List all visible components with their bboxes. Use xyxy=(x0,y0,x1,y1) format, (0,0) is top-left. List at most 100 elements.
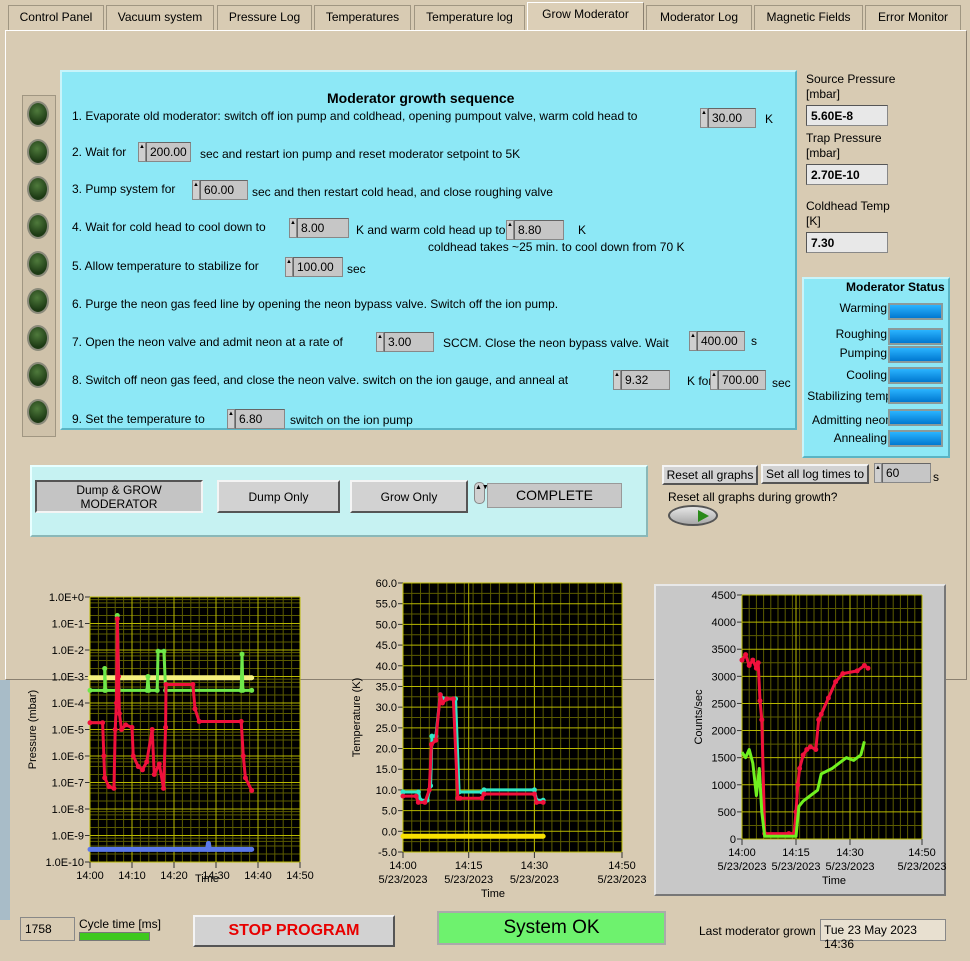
tab-error-monitor[interactable]: Error Monitor xyxy=(865,5,961,30)
spinner-icon[interactable]: ▲▼ xyxy=(285,257,298,277)
data-point-red xyxy=(156,761,162,767)
y-axis-label: Temperature (K) xyxy=(351,678,363,757)
data-point-red xyxy=(807,744,813,750)
spinner-icon[interactable]: ▲▼ xyxy=(227,409,240,429)
step-6-text: 6. Purge the neon gas feed line by openi… xyxy=(72,297,559,311)
status-label-cooling: Cooling xyxy=(846,368,887,382)
log-time-unit: s xyxy=(933,470,939,484)
reset-during-growth-toggle[interactable] xyxy=(668,505,718,526)
data-point-red xyxy=(106,784,112,790)
spinner-icon[interactable]: ▲▼ xyxy=(874,463,887,483)
data-point-red xyxy=(854,668,860,674)
wait-time-input[interactable]: ▲▼ 200.00 xyxy=(138,142,191,162)
y-tick-label: 1500 xyxy=(712,753,736,765)
y-tick-label: -5.0 xyxy=(378,847,397,859)
status-indicator-roughing xyxy=(888,328,943,345)
y-tick-label: 1.0E-8 xyxy=(52,804,84,816)
spinner-icon[interactable]: ▲▼ xyxy=(289,218,302,238)
reset-all-graphs-button[interactable]: Reset all graphs xyxy=(662,465,758,485)
y-tick-label: 1.0E-5 xyxy=(52,725,84,737)
data-point-red xyxy=(100,720,106,726)
counts-chart: 0 500 1000 1500 2000 2500 3000 3500 4000 4500 14:0… xyxy=(693,590,946,887)
spinner-icon[interactable]: ▲▼ xyxy=(138,142,151,162)
pump-time-input[interactable]: ▲▼ 60.00 xyxy=(192,180,248,200)
cool-temp-input[interactable]: ▲▼ 8.00 xyxy=(289,218,349,238)
tab-pressure-log[interactable]: Pressure Log xyxy=(217,5,312,30)
status-label-stabilizing: Stabilizing temp xyxy=(807,389,892,403)
data-point-red xyxy=(238,719,244,725)
data-point-green xyxy=(154,687,160,693)
warm-temp-input[interactable]: ▲▼ 30.00 xyxy=(700,108,756,128)
data-point-red xyxy=(116,674,122,679)
final-temp-input[interactable]: ▲▼ 6.80 xyxy=(227,409,285,429)
data-point-red xyxy=(813,747,819,753)
x-tick-label: 14:00 xyxy=(76,870,104,882)
anneal-time-input[interactable]: ▲▼ 700.00 xyxy=(710,370,766,390)
step-led-4 xyxy=(27,213,49,239)
data-point-red xyxy=(192,706,198,712)
spinner-icon[interactable]: ▲▼ xyxy=(613,370,626,390)
spinner-icon[interactable]: ▲▼ xyxy=(689,331,702,351)
step-led-8 xyxy=(27,362,49,388)
data-point-red xyxy=(140,767,145,773)
set-log-times-button[interactable]: Set all log times to xyxy=(761,464,869,484)
anneal-temp-input[interactable]: ▲▼ 9.32 xyxy=(613,370,670,390)
last-grown-value: Tue 23 May 2023 14:36 xyxy=(820,919,946,951)
tab-control-panel[interactable]: Control Panel xyxy=(8,5,104,30)
spinner-icon[interactable]: ▲▼ xyxy=(376,332,389,352)
dump-only-button[interactable]: Dump Only xyxy=(217,480,340,513)
data-point-red xyxy=(163,724,169,730)
spinner-icon[interactable]: ▲▼ xyxy=(192,180,205,200)
status-indicator-admitting-neon xyxy=(888,409,943,426)
spinner-icon[interactable]: ▲▼ xyxy=(700,108,713,128)
neon-wait-input[interactable]: ▲▼ 400.00 xyxy=(689,331,745,351)
step-led-7 xyxy=(27,325,49,351)
spinner-icon[interactable]: ▲▼ xyxy=(710,370,723,390)
tab-vacuum-system[interactable]: Vacuum system xyxy=(106,5,214,30)
tab-moderator-log[interactable]: Moderator Log xyxy=(646,5,752,30)
data-point-red xyxy=(240,753,246,759)
tab-temperature-log[interactable]: Temperature log xyxy=(414,5,525,30)
data-point-green xyxy=(155,648,161,654)
y-tick-label: 1.0E-10 xyxy=(45,857,84,869)
step-2-text: 2. Wait for xyxy=(72,145,127,159)
temperature-chart: -5.0 0.0 5.0 10.0 15.0 20.0 25.0 30.0 35.0 40.0 45… xyxy=(351,578,646,900)
x-tick-label: 14:30 xyxy=(521,860,549,872)
state-spinner-icon[interactable]: ▲▼ xyxy=(474,482,489,504)
status-indicator-pumping xyxy=(888,346,943,363)
unit-label: sec xyxy=(347,262,366,276)
data-point-yellow xyxy=(249,675,255,681)
status-indicator-annealing xyxy=(888,430,943,447)
data-point-red xyxy=(113,700,119,706)
tab-grow-moderator[interactable]: Grow Moderator xyxy=(527,2,644,31)
data-point-green xyxy=(145,674,151,679)
dump-grow-button[interactable]: Dump & GROW MODERATOR xyxy=(35,480,203,513)
y-tick-label: 2500 xyxy=(712,698,736,710)
data-point-red xyxy=(481,791,487,797)
y-tick-label: 55.0 xyxy=(376,599,397,611)
cycle-time-value: 1758 xyxy=(20,917,75,941)
data-point-red xyxy=(114,616,120,622)
cycle-time-bar xyxy=(79,932,150,941)
x-tick-label: 14:15 xyxy=(455,860,483,872)
x-tick-label: 14:50 xyxy=(608,860,636,872)
log-time-input[interactable]: ▲▼ 60 xyxy=(874,463,931,483)
tab-temperatures[interactable]: Temperatures xyxy=(314,5,411,30)
unit-label: K xyxy=(765,112,774,126)
stop-program-button[interactable]: STOP PROGRAM xyxy=(193,915,395,947)
data-point-red xyxy=(428,741,434,747)
data-point-green xyxy=(146,687,152,693)
spinner-icon[interactable]: ▲▼ xyxy=(506,220,519,240)
data-point-red xyxy=(450,696,456,702)
grow-only-button[interactable]: Grow Only xyxy=(350,480,468,513)
y-tick-label: 25.0 xyxy=(376,723,397,735)
neon-rate-input[interactable]: ▲▼ 3.00 xyxy=(376,332,434,352)
data-point-blue xyxy=(206,846,212,852)
stabilize-time-input[interactable]: ▲▼ 100.00 xyxy=(285,257,343,277)
x-tick-date-label: 5/23/2023 xyxy=(826,861,875,873)
data-point-red xyxy=(753,665,759,671)
warm-up-temp-input[interactable]: ▲▼ 8.80 xyxy=(506,220,564,240)
data-point-red xyxy=(757,698,763,704)
tab-magnetic-fields[interactable]: Magnetic Fields xyxy=(754,5,863,30)
pressure-chart: 1.0E-10 1.0E-9 1.0E-8 1.0E-7 1.0E-6 1.0E-5 1.0… xyxy=(27,592,314,885)
